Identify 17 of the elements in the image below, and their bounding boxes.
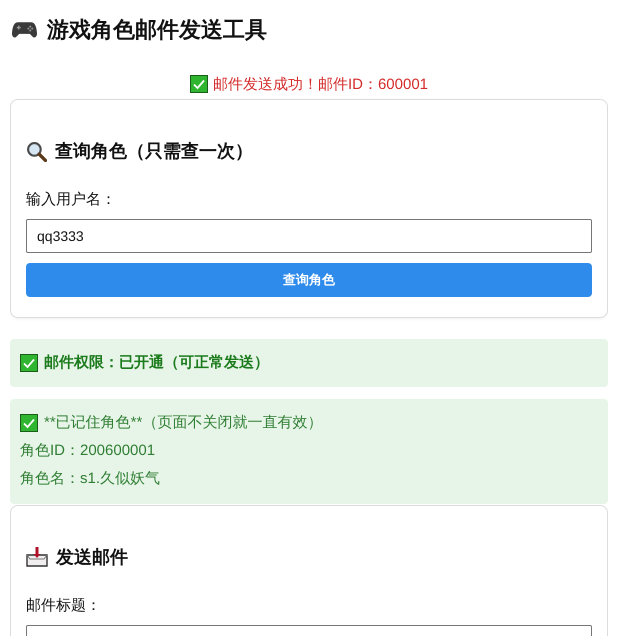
gamepad-icon (12, 21, 37, 39)
success-message: 邮件发送成功！邮件ID：600001 (212, 74, 428, 94)
check-icon (20, 354, 38, 372)
page-title: 游戏角色邮件发送工具 (47, 16, 267, 44)
field-label: 输入用户名： (26, 190, 116, 210)
remembered-text: **已记住角色**（页面不关闭就一直有效） (44, 413, 322, 433)
check-icon (20, 414, 38, 432)
permission-text: 邮件权限：已开通（可正常发送） (44, 353, 269, 373)
query-button[interactable]: 查询角色 (26, 263, 592, 297)
search-icon (26, 140, 47, 162)
section-heading: 查询角色（只需查一次） (55, 140, 253, 163)
character-id-text: 角色ID：200600001 (20, 441, 156, 461)
section-heading: 发送邮件 (56, 546, 128, 569)
inbox-tray-icon (26, 547, 48, 567)
username-input[interactable]: qq3333 (26, 219, 592, 253)
character-name-text: 角色名：s1.久似妖气 (20, 469, 160, 489)
field-label: 邮件标题： (26, 596, 101, 616)
